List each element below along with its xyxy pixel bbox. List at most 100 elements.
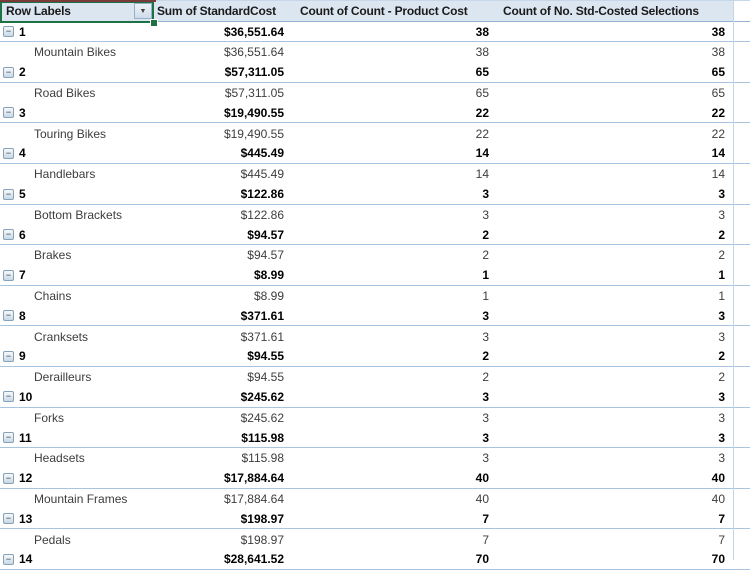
count-product-cost-cell[interactable]: 2 bbox=[296, 248, 498, 262]
count-product-cost-cell[interactable]: 2 bbox=[296, 228, 498, 242]
collapse-icon[interactable]: − bbox=[3, 269, 14, 281]
count-selections-cell[interactable]: 40 bbox=[498, 492, 733, 506]
standardcost-cell[interactable]: $245.62 bbox=[155, 390, 296, 404]
count-selections-cell[interactable]: 3 bbox=[498, 309, 733, 323]
count-selections-cell[interactable]: 22 bbox=[498, 106, 733, 120]
row-label-cell[interactable]: −1 bbox=[0, 22, 155, 41]
header-row-labels[interactable]: Row Labels bbox=[0, 1, 155, 21]
count-selections-cell[interactable]: 2 bbox=[498, 349, 733, 363]
count-selections-cell[interactable]: 1 bbox=[498, 289, 733, 303]
row-label-cell[interactable]: Road Bikes bbox=[0, 83, 155, 103]
selection-fill-handle[interactable] bbox=[150, 19, 158, 27]
row-label-cell[interactable]: −8 bbox=[0, 306, 155, 325]
row-label-cell[interactable]: −13 bbox=[0, 509, 155, 528]
row-label-cell[interactable]: Mountain Frames bbox=[0, 489, 155, 509]
count-selections-cell[interactable]: 65 bbox=[498, 86, 733, 100]
row-label-cell[interactable]: −5 bbox=[0, 184, 155, 203]
count-selections-cell[interactable]: 70 bbox=[498, 552, 733, 566]
standardcost-cell[interactable]: $115.98 bbox=[155, 451, 296, 465]
collapse-icon[interactable]: − bbox=[3, 350, 14, 362]
standardcost-cell[interactable]: $57,311.05 bbox=[155, 86, 296, 100]
standardcost-cell[interactable]: $28,641.52 bbox=[155, 552, 296, 566]
row-labels-filter-dropdown[interactable]: ▼ bbox=[134, 3, 152, 19]
standardcost-cell[interactable]: $8.99 bbox=[155, 289, 296, 303]
count-product-cost-cell[interactable]: 7 bbox=[296, 533, 498, 547]
collapse-icon[interactable]: − bbox=[3, 310, 14, 322]
count-selections-cell[interactable]: 3 bbox=[498, 431, 733, 445]
count-product-cost-cell[interactable]: 1 bbox=[296, 289, 498, 303]
header-count-product-cost[interactable]: Count of Count - Product Cost bbox=[296, 1, 498, 21]
count-product-cost-cell[interactable]: 3 bbox=[296, 208, 498, 222]
count-product-cost-cell[interactable]: 22 bbox=[296, 127, 498, 141]
count-product-cost-cell[interactable]: 70 bbox=[296, 552, 498, 566]
count-selections-cell[interactable]: 2 bbox=[498, 370, 733, 384]
standardcost-cell[interactable]: $122.86 bbox=[155, 187, 296, 201]
count-product-cost-cell[interactable]: 14 bbox=[296, 167, 498, 181]
count-selections-cell[interactable]: 3 bbox=[498, 187, 733, 201]
count-selections-cell[interactable]: 14 bbox=[498, 146, 733, 160]
row-label-cell[interactable]: −6 bbox=[0, 225, 155, 244]
row-label-cell[interactable]: Headsets bbox=[0, 448, 155, 468]
count-selections-cell[interactable]: 7 bbox=[498, 512, 733, 526]
standardcost-cell[interactable]: $57,311.05 bbox=[155, 65, 296, 79]
row-label-cell[interactable]: Chains bbox=[0, 286, 155, 306]
standardcost-cell[interactable]: $198.97 bbox=[155, 533, 296, 547]
collapse-icon[interactable]: − bbox=[3, 26, 14, 38]
standardcost-cell[interactable]: $198.97 bbox=[155, 512, 296, 526]
collapse-icon[interactable]: − bbox=[3, 147, 14, 159]
row-label-cell[interactable]: −12 bbox=[0, 469, 155, 488]
collapse-icon[interactable]: − bbox=[3, 432, 14, 444]
row-label-cell[interactable]: Mountain Bikes bbox=[0, 42, 155, 62]
standardcost-cell[interactable]: $115.98 bbox=[155, 431, 296, 445]
count-product-cost-cell[interactable]: 2 bbox=[296, 370, 498, 384]
standardcost-cell[interactable]: $8.99 bbox=[155, 268, 296, 282]
count-product-cost-cell[interactable]: 1 bbox=[296, 268, 498, 282]
count-selections-cell[interactable]: 38 bbox=[498, 45, 733, 59]
count-product-cost-cell[interactable]: 65 bbox=[296, 86, 498, 100]
count-selections-cell[interactable]: 3 bbox=[498, 390, 733, 404]
count-product-cost-cell[interactable]: 3 bbox=[296, 411, 498, 425]
collapse-icon[interactable]: − bbox=[3, 107, 14, 119]
count-selections-cell[interactable]: 65 bbox=[498, 65, 733, 79]
count-product-cost-cell[interactable]: 2 bbox=[296, 349, 498, 363]
collapse-icon[interactable]: − bbox=[3, 391, 14, 403]
standardcost-cell[interactable]: $445.49 bbox=[155, 167, 296, 181]
row-label-cell[interactable]: Derailleurs bbox=[0, 367, 155, 387]
collapse-icon[interactable]: − bbox=[3, 472, 14, 484]
count-selections-cell[interactable]: 2 bbox=[498, 228, 733, 242]
row-label-cell[interactable]: Touring Bikes bbox=[0, 123, 155, 143]
header-sum-standardcost[interactable]: Sum of StandardCost bbox=[155, 1, 296, 21]
row-label-cell[interactable]: −3 bbox=[0, 103, 155, 122]
count-selections-cell[interactable]: 1 bbox=[498, 268, 733, 282]
row-label-cell[interactable]: −11 bbox=[0, 428, 155, 447]
count-product-cost-cell[interactable]: 14 bbox=[296, 146, 498, 160]
count-selections-cell[interactable]: 3 bbox=[498, 208, 733, 222]
count-product-cost-cell[interactable]: 3 bbox=[296, 431, 498, 445]
count-product-cost-cell[interactable]: 22 bbox=[296, 106, 498, 120]
header-count-selections[interactable]: Count of No. Std-Costed Selections bbox=[498, 1, 733, 21]
standardcost-cell[interactable]: $122.86 bbox=[155, 208, 296, 222]
count-product-cost-cell[interactable]: 40 bbox=[296, 471, 498, 485]
collapse-icon[interactable]: − bbox=[3, 229, 14, 241]
count-product-cost-cell[interactable]: 3 bbox=[296, 330, 498, 344]
row-label-cell[interactable]: Forks bbox=[0, 408, 155, 428]
collapse-icon[interactable]: − bbox=[3, 66, 14, 78]
count-product-cost-cell[interactable]: 3 bbox=[296, 451, 498, 465]
standardcost-cell[interactable]: $94.55 bbox=[155, 349, 296, 363]
row-label-cell[interactable]: −4 bbox=[0, 144, 155, 163]
standardcost-cell[interactable]: $94.57 bbox=[155, 248, 296, 262]
standardcost-cell[interactable]: $445.49 bbox=[155, 146, 296, 160]
standardcost-cell[interactable]: $371.61 bbox=[155, 309, 296, 323]
count-selections-cell[interactable]: 40 bbox=[498, 471, 733, 485]
collapse-icon[interactable]: − bbox=[3, 513, 14, 525]
standardcost-cell[interactable]: $36,551.64 bbox=[155, 25, 296, 39]
standardcost-cell[interactable]: $94.57 bbox=[155, 228, 296, 242]
count-selections-cell[interactable]: 3 bbox=[498, 330, 733, 344]
row-label-cell[interactable]: −14 bbox=[0, 550, 155, 569]
count-product-cost-cell[interactable]: 38 bbox=[296, 25, 498, 39]
count-selections-cell[interactable]: 2 bbox=[498, 248, 733, 262]
collapse-icon[interactable]: − bbox=[3, 188, 14, 200]
standardcost-cell[interactable]: $17,884.64 bbox=[155, 471, 296, 485]
count-product-cost-cell[interactable]: 38 bbox=[296, 45, 498, 59]
row-label-cell[interactable]: Cranksets bbox=[0, 326, 155, 346]
